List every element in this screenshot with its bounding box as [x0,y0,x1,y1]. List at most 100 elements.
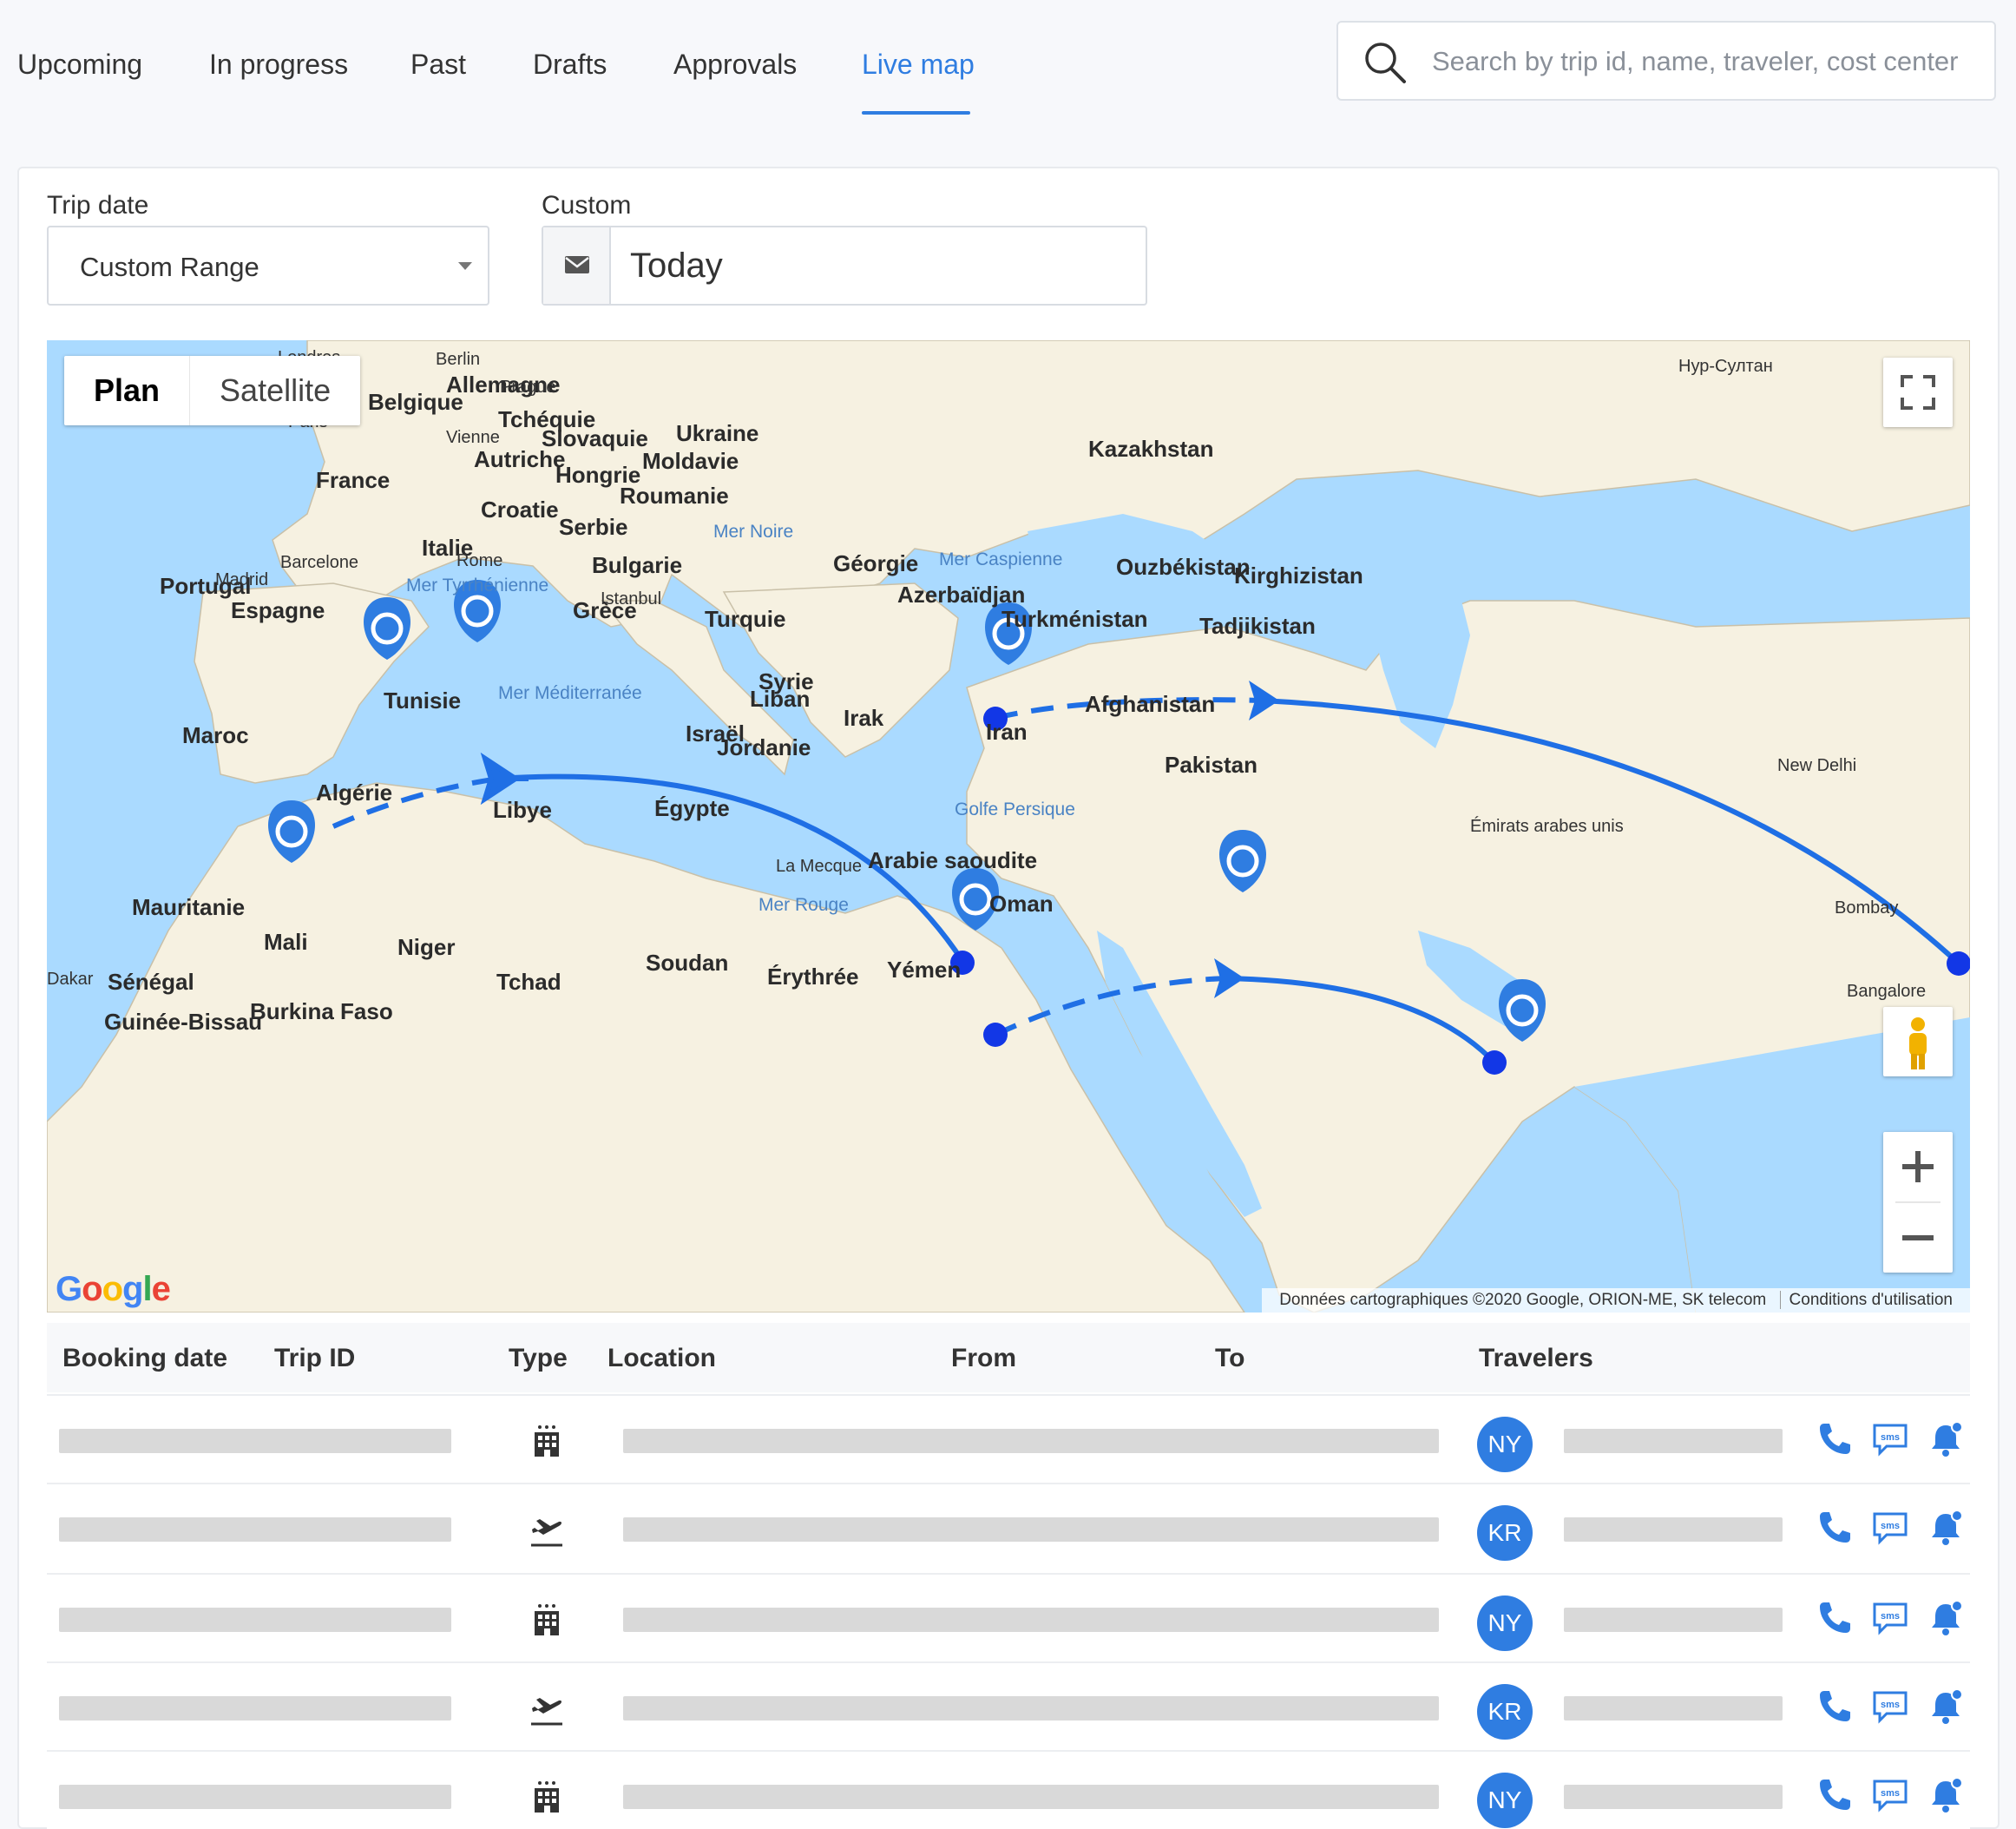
map-type-control: Plan Satellite [64,356,361,425]
map-label: Géorgie [833,550,918,576]
table-row[interactable]: KR sms [47,1483,1970,1571]
map-label: Autriche [474,446,565,472]
phone-icon[interactable] [1814,1418,1855,1460]
table-row[interactable]: NY sms [47,1394,1970,1483]
map-label: Roumanie [620,483,729,509]
date-addon [543,227,611,304]
map-label: Kazakhstan [1088,436,1214,462]
table-row[interactable]: NY sms [47,1750,1970,1829]
avatar[interactable]: KR [1477,1505,1533,1561]
phone-icon[interactable] [1814,1686,1855,1727]
map-label: Niger [397,934,455,960]
flight-icon [531,1698,562,1726]
map-label: Mer Méditerranée [498,683,642,703]
avatar[interactable]: NY [1477,1773,1533,1828]
location-placeholder [623,1517,1439,1542]
live-map-panel: Trip date Custom Range Custom Today Alle… [17,167,2000,1829]
tab-live-map[interactable]: Live map [862,49,975,81]
map-label: Mer Rouge [758,895,849,915]
phone-icon[interactable] [1814,1507,1855,1549]
traveler-name-placeholder [1564,1429,1783,1453]
sms-icon[interactable]: sms [1869,1774,1911,1816]
map-label: Berlin [436,350,480,369]
map-label: Belgique [368,389,463,415]
table-row[interactable]: NY sms [47,1573,1970,1661]
booking-trip-placeholder [59,1785,451,1809]
map-label: Pakistan [1165,752,1258,778]
svg-text:sms: sms [1881,1611,1900,1622]
tab-bar: Upcoming In progress Past Drafts Approva… [0,0,1041,122]
col-type[interactable]: Type [509,1344,568,1373]
zoom-out-button[interactable] [1883,1203,1953,1273]
bell-icon[interactable] [1925,1597,1967,1639]
traveler-name-placeholder [1564,1608,1783,1632]
col-travelers[interactable]: Travelers [1479,1344,1593,1373]
sms-icon[interactable]: sms [1869,1507,1911,1549]
map-label: Barcelone [280,553,358,572]
pegman-icon [1909,1017,1927,1069]
map-label: Dakar [47,970,94,989]
map-label: Liban [750,686,810,712]
custom-date-input[interactable] [630,236,1133,295]
fullscreen-button[interactable] [1883,358,1953,427]
map-label: Mali [264,929,308,955]
sms-icon[interactable]: sms [1869,1686,1911,1727]
plus-icon [1902,1151,1934,1182]
tab-past[interactable]: Past [410,49,466,81]
street-view-button[interactable] [1883,1007,1953,1076]
col-trip-id[interactable]: Trip ID [274,1344,355,1373]
location-placeholder [623,1696,1439,1720]
search-input[interactable] [1432,31,1979,92]
table-row[interactable]: KR sms [47,1661,1970,1750]
map-label: Soudan [646,950,728,976]
svg-text:sms: sms [1881,1788,1900,1799]
traveler-name-placeholder [1564,1785,1783,1809]
map-label: Algérie [316,780,392,806]
phone-icon[interactable] [1814,1774,1855,1816]
col-from[interactable]: From [951,1344,1016,1373]
map-label: Azerbaïdjan [897,582,1025,608]
map-label: Kirghizistan [1234,563,1363,589]
bell-icon[interactable] [1925,1686,1967,1727]
map-label: Jordanie [717,734,811,760]
avatar[interactable]: NY [1477,1417,1533,1472]
avatar[interactable]: NY [1477,1595,1533,1651]
col-to[interactable]: To [1215,1344,1244,1373]
map-label: Espagne [231,597,325,623]
map-label: Tadjikistan [1199,613,1316,639]
map-label: Émirats arabes unis [1470,816,1624,836]
tab-approvals[interactable]: Approvals [673,49,797,81]
map-label: Serbie [559,514,628,540]
avatar[interactable]: KR [1477,1684,1533,1740]
bell-icon[interactable] [1925,1774,1967,1816]
phone-icon[interactable] [1814,1597,1855,1639]
search-box [1336,21,1996,101]
map-canvas: AllemagneBelgiqueTchéquieSlovaquieAutric… [47,340,1970,1313]
tab-drafts[interactable]: Drafts [533,49,607,81]
hotel-icon [535,1604,559,1635]
sms-icon[interactable]: sms [1869,1418,1911,1460]
tab-upcoming[interactable]: Upcoming [17,49,142,81]
map-type-plan-button[interactable]: Plan [64,356,189,425]
map-type-satellite-button[interactable]: Satellite [189,356,360,425]
bell-icon[interactable] [1925,1507,1967,1549]
zoom-in-button[interactable] [1883,1132,1953,1201]
trip-date-value: Custom Range [80,252,259,282]
traveler-name-placeholder [1564,1696,1783,1720]
trip-date-select[interactable]: Custom Range [47,226,489,306]
terms-link[interactable]: Conditions d'utilisation [1779,1291,1961,1309]
sms-icon[interactable]: sms [1869,1597,1911,1639]
tab-in-progress[interactable]: In progress [209,49,348,81]
map-label: Vienne [446,428,500,447]
map-label: Turquie [705,606,785,632]
col-booking-date[interactable]: Booking date [62,1344,227,1373]
svg-text:sms: sms [1881,1700,1900,1710]
attribution-text: Données cartographiques ©2020 Google, OR… [1279,1291,1767,1309]
bell-icon[interactable] [1925,1418,1967,1460]
col-location[interactable]: Location [607,1344,716,1373]
map-label: Mer Tyrrhénienne [406,576,548,595]
map-label: Yémen [887,957,961,983]
live-map[interactable]: Allemagne Belgique Tchéquie Slovaquie Autric… [47,340,1970,1313]
map-label: Moldavie [642,448,739,474]
location-placeholder [623,1785,1439,1809]
